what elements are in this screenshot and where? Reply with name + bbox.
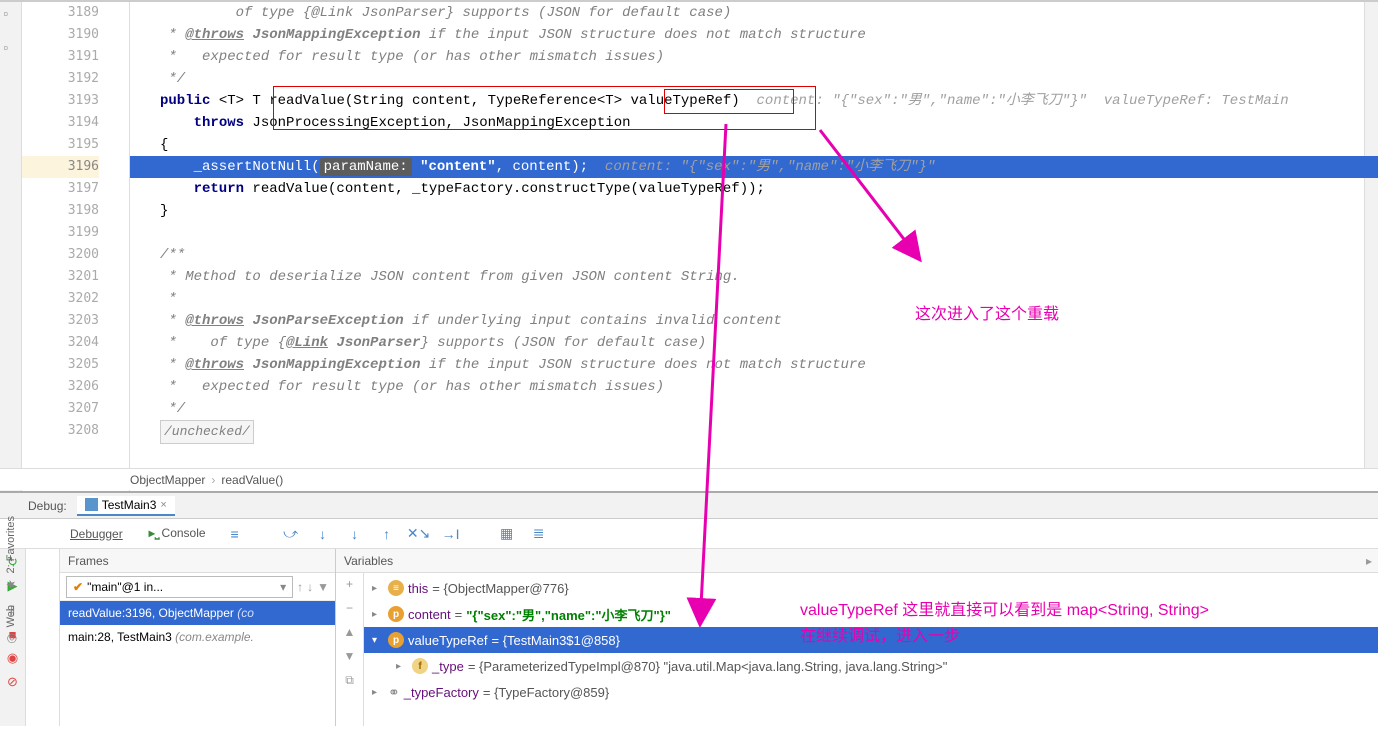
left-tool-gutter: ▫ ▫ (0, 2, 22, 491)
down-watch-icon[interactable]: ▼ (344, 649, 356, 663)
variables-header: Variables (344, 549, 393, 573)
web-tab[interactable]: ◎Web (2, 599, 20, 651)
project-tool-icon[interactable]: ▫ (4, 6, 18, 20)
variables-panel: Variables ▸ + − ▲ ▼ ⧉ ▸ ≡ this = {ObjectM… (336, 549, 1378, 726)
line-number-gutter: 3189 3190 3191 3192 3193 3194 3195 3196 … (22, 2, 130, 491)
force-step-into-icon[interactable]: ↓ (346, 525, 364, 543)
up-watch-icon[interactable]: ▲ (344, 625, 356, 639)
debugger-tab[interactable]: Debugger (64, 524, 129, 544)
thread-selector[interactable]: ✔ "main"@1 in... ▾ (66, 576, 293, 598)
new-watch-icon[interactable]: + (346, 577, 353, 591)
copy-watch-icon[interactable]: ⧉ (345, 673, 354, 688)
variable-row[interactable]: ▾ p valueTypeRef = {TestMain3$1@858} (364, 627, 1378, 653)
debug-toolbar: Debugger ▸⎵Console ≡ ⤻ ↓ ↓ ↑ ✕↘ →I ▦ ≣ (0, 519, 1378, 549)
folded-region[interactable]: /unchecked/ (160, 420, 254, 444)
trace-icon[interactable]: ≣ (530, 525, 548, 543)
drop-frame-icon[interactable]: ✕↘ (410, 525, 428, 543)
filter-frames-icon[interactable]: ▼ (317, 580, 329, 594)
breadcrumb[interactable]: ObjectMapper›readValue() (0, 468, 1378, 490)
run-to-cursor-icon[interactable]: →I (442, 525, 460, 543)
field-icon: f (412, 658, 428, 674)
console-tab[interactable]: ▸⎵Console (143, 523, 212, 544)
variable-row[interactable]: ▸ ≡ this = {ObjectMapper@776} (364, 575, 1378, 601)
debug-tool-window: Debug: TestMain3 × Debugger ▸⎵Console ≡ … (0, 492, 1378, 726)
close-tab-icon[interactable]: × (160, 499, 166, 511)
favorites-tab[interactable]: ★2: Favorites (2, 510, 20, 597)
execution-line: _assertNotNull(paramName: "content", con… (130, 156, 1378, 178)
inline-debug-hint: content: "{"sex":"男","name":"小李飞刀"}" val… (740, 93, 1289, 109)
evaluate-icon[interactable]: ▦ (498, 525, 516, 543)
this-icon: ≡ (388, 580, 404, 596)
code-editor[interactable]: of type {@Link JsonParser} supports (JSO… (130, 2, 1378, 491)
frames-header: Frames (68, 549, 109, 573)
param-icon: p (388, 606, 404, 622)
vars-settings-icon[interactable]: ▸ (1366, 549, 1372, 573)
step-out-icon[interactable]: ↑ (378, 525, 396, 543)
frame-item[interactable]: main:28, TestMain3 (com.example. (60, 625, 335, 649)
frame-item[interactable]: readValue:3196, ObjectMapper (co (60, 601, 335, 625)
run-config-icon (85, 498, 98, 511)
variable-row[interactable]: ▸ p content = "{"sex":"男","name":"小李飞刀"}… (364, 601, 1378, 627)
threads-icon[interactable]: ≡ (226, 525, 244, 543)
frames-list[interactable]: readValue:3196, ObjectMapper (co main:28… (60, 601, 335, 726)
left-side-tabs: ★2: Favorites ◎Web (0, 510, 22, 710)
frames-panel: Frames ✔ "main"@1 in... ▾ ↑ ↓ ▼ readValu… (60, 549, 336, 726)
structure-tool-icon[interactable]: ▫ (4, 40, 18, 54)
remove-watch-icon[interactable]: − (346, 601, 353, 615)
variables-tree[interactable]: ▸ ≡ this = {ObjectMapper@776} ▸ p conten… (364, 573, 1378, 726)
step-into-icon[interactable]: ↓ (314, 525, 332, 543)
step-over-icon[interactable]: ⤻ (282, 525, 300, 543)
variable-row[interactable]: ▸ ⚭ _typeFactory = {TypeFactory@859} (364, 679, 1378, 705)
next-frame-icon[interactable]: ↓ (307, 580, 313, 594)
debug-label: Debug: (28, 499, 67, 513)
prev-frame-icon[interactable]: ↑ (297, 580, 303, 594)
variable-row[interactable]: ▸ f _type = {ParameterizedTypeImpl@870} … (364, 653, 1378, 679)
link-icon: ⚭ (388, 684, 400, 701)
editor-area: ▫ ▫ 3189 3190 3191 3192 3193 3194 3195 3… (0, 2, 1378, 492)
debug-config-tab[interactable]: TestMain3 × (77, 496, 175, 516)
param-icon: p (388, 632, 404, 648)
